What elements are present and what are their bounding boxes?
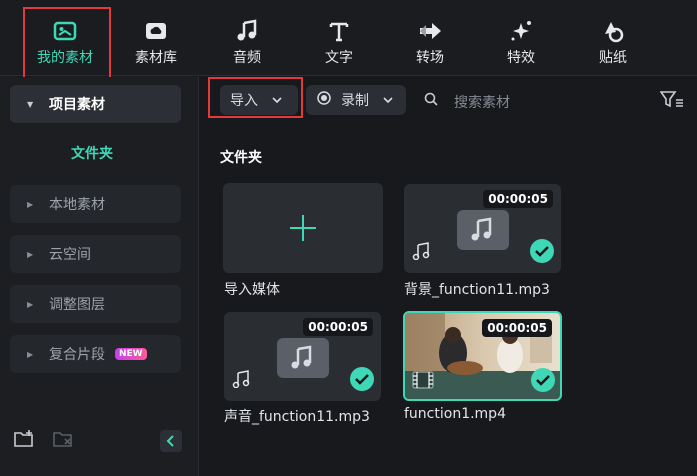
sidebar-item-label: 项目素材 <box>49 97 105 113</box>
media-card-video[interactable]: 00:00:05 <box>403 311 562 401</box>
tab-transitions[interactable]: 转场 <box>384 0 476 76</box>
music-note-icon <box>201 18 293 44</box>
import-media-card[interactable] <box>223 183 383 273</box>
record-label: 录制 <box>341 93 369 109</box>
sidebar-item-label: 云空间 <box>49 247 91 263</box>
check-icon <box>531 368 555 392</box>
import-dropdown[interactable]: 导入 <box>220 85 298 115</box>
media-card-audio-bg[interactable]: 00:00:05 <box>404 184 561 273</box>
sidebar: ▼ 项目素材 文件夹 ▶ 本地素材 ▶ 云空间 ▶ 调整图层 ▶ 复合片段 NE… <box>0 77 199 476</box>
filter-icon[interactable] <box>659 90 684 114</box>
sidebar-item-cloud[interactable]: ▶ 云空间 <box>10 235 181 273</box>
sidebar-item-label: 复合片段 <box>49 347 105 363</box>
new-folder-icon[interactable] <box>13 429 35 453</box>
sidebar-item-compound-clip[interactable]: ▶ 复合片段 NEW <box>10 335 181 373</box>
sidebar-item-adjustment-layer[interactable]: ▶ 调整图层 <box>10 285 181 323</box>
sidebar-item-label: 调整图层 <box>49 297 105 313</box>
chevron-down-icon <box>272 92 282 108</box>
tab-label: 特效 <box>507 50 535 66</box>
record-dropdown[interactable]: 录制 <box>306 85 406 115</box>
tab-label: 我的素材 <box>37 50 93 66</box>
audio-thumbnail <box>277 338 329 378</box>
check-icon <box>530 239 554 263</box>
media-card-audio-voice[interactable]: 00:00:05 <box>224 312 381 401</box>
tab-effects[interactable]: 特效 <box>475 0 567 76</box>
tab-label: 音频 <box>233 50 261 66</box>
media-toolbar: 导入 录制 搜索素材 <box>208 82 688 118</box>
text-t-icon <box>293 18 385 44</box>
film-icon <box>412 371 434 393</box>
sparkle-effects-icon <box>475 18 567 44</box>
caret-right-icon: ▶ <box>27 199 34 209</box>
sidebar-bottom-bar <box>0 429 199 459</box>
sidebar-item-project-media[interactable]: ▼ 项目素材 <box>10 85 181 123</box>
tab-text[interactable]: 文字 <box>293 0 385 76</box>
tab-label: 素材库 <box>135 50 177 66</box>
duration-badge: 00:00:05 <box>483 190 553 208</box>
audio-type-icon <box>412 242 432 264</box>
audio-type-icon <box>232 370 252 392</box>
new-badge: NEW <box>115 348 147 360</box>
media-name: 声音_function11.mp3 <box>224 409 370 425</box>
sidebar-item-local-media[interactable]: ▶ 本地素材 <box>10 185 181 223</box>
check-icon <box>350 367 374 391</box>
media-name: function1.mp4 <box>404 406 506 422</box>
caret-right-icon: ▶ <box>27 349 34 359</box>
chevron-down-icon <box>383 92 393 108</box>
top-toolbar: 我的素材 素材库 音频 文字 转场 特效 贴纸 <box>0 0 697 76</box>
duration-badge: 00:00:05 <box>303 318 373 336</box>
media-name: 背景_function11.mp3 <box>404 282 550 298</box>
sidebar-item-label: 本地素材 <box>49 197 105 213</box>
sidebar-folder[interactable]: 文件夹 <box>0 143 184 163</box>
search-icon <box>424 92 439 111</box>
record-icon <box>317 91 331 109</box>
tab-stickers[interactable]: 贴纸 <box>567 0 659 76</box>
import-label: 导入 <box>230 93 258 109</box>
search-input[interactable]: 搜索素材 <box>454 92 510 112</box>
tab-audio[interactable]: 音频 <box>201 0 293 76</box>
plus-icon <box>288 213 318 247</box>
tab-stock-media[interactable]: 素材库 <box>110 0 202 76</box>
stock-media-icon <box>110 18 202 44</box>
sticker-icon <box>567 18 659 44</box>
duration-badge: 00:00:05 <box>482 319 552 337</box>
caret-right-icon: ▶ <box>27 299 34 309</box>
my-media-icon <box>19 18 111 44</box>
caret-right-icon: ▶ <box>27 249 34 259</box>
transition-icon <box>384 18 476 44</box>
section-title: 文件夹 <box>220 150 262 166</box>
tab-label: 转场 <box>416 50 444 66</box>
delete-folder-icon[interactable] <box>52 429 74 453</box>
import-media-label: 导入媒体 <box>224 282 280 298</box>
tab-label: 贴纸 <box>599 50 627 66</box>
tab-my-media[interactable]: 我的素材 <box>19 0 111 76</box>
collapse-sidebar-button[interactable] <box>160 430 182 456</box>
tab-label: 文字 <box>325 50 353 66</box>
caret-down-icon: ▼ <box>27 99 34 109</box>
audio-thumbnail <box>457 210 509 250</box>
